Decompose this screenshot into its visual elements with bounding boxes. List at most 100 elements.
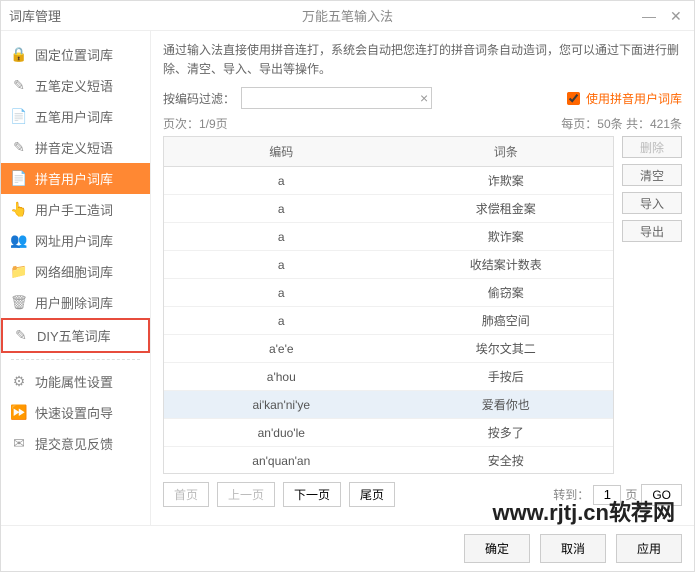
sidebar-item-label: 网址用户词库	[35, 231, 113, 250]
ok-button[interactable]: 确定	[464, 534, 530, 563]
cell-entry: 按多了	[399, 419, 613, 447]
cell-entry: 偷窃案	[399, 279, 613, 307]
apply-button[interactable]: 应用	[616, 534, 682, 563]
dictionary-table: 编码 词条 a诈欺案a求偿租金案a欺诈案a收结案计数表a偷窃案a肺癌空间a'e'…	[163, 136, 614, 474]
sidebar-item-label: 快速设置向导	[35, 403, 113, 422]
cell-code: a	[164, 223, 399, 251]
sidebar-item-label: DIY五笔词库	[37, 326, 111, 345]
table-row[interactable]: a肺癌空间	[164, 307, 613, 335]
sidebar-icon: ✎	[11, 78, 27, 94]
cell-entry: 求偿租金案	[399, 195, 613, 223]
sidebar-item-7[interactable]: 📁 网络细胞词库	[1, 256, 150, 287]
sidebar-item-6[interactable]: 👥 网址用户词库	[1, 225, 150, 256]
minimize-button[interactable]: —	[642, 8, 658, 24]
cell-entry: 手按后	[399, 363, 613, 391]
sidebar-icon: 🗑	[11, 295, 27, 311]
description-text: 通过输入法直接使用拼音连打，系统会自动把您连打的拼音词条自动造词，您可以通过下面…	[163, 41, 682, 79]
sidebar-icon: 👥	[11, 233, 27, 249]
sidebar-item-4[interactable]: 📄 拼音用户词库	[1, 163, 150, 194]
sidebar-item-0[interactable]: 🔒 固定位置词库	[1, 39, 150, 70]
table-row[interactable]: a求偿租金案	[164, 195, 613, 223]
table-row[interactable]: a诈欺案	[164, 167, 613, 195]
cell-entry: 欺诈案	[399, 223, 613, 251]
sidebar-item-label: 网络细胞词库	[35, 262, 113, 281]
table-row[interactable]: an'quan'an安全按	[164, 447, 613, 474]
cell-code: a	[164, 307, 399, 335]
window-title: 万能五笔输入法	[302, 6, 393, 25]
cell-code: a'hou	[164, 363, 399, 391]
sidebar-item-label: 拼音用户词库	[35, 169, 113, 188]
sidebar-item-label: 拼音定义短语	[35, 138, 113, 157]
cancel-button[interactable]: 取消	[540, 534, 606, 563]
sidebar-item-13[interactable]: ✉ 提交意见反馈	[1, 428, 150, 459]
use-pinyin-label: 使用拼音用户词库	[586, 90, 682, 107]
sidebar-icon: ⏩	[11, 405, 27, 421]
last-page-button[interactable]: 尾页	[349, 482, 395, 507]
filter-label: 按编码过滤：	[163, 90, 235, 107]
sidebar: 🔒 固定位置词库 ✎ 五笔定义短语 📄 五笔用户词库 ✎ 拼音定义短语 📄 拼音用户词库 👆 用户手工…	[1, 31, 151, 525]
clear-button[interactable]: 清空	[622, 164, 682, 186]
sidebar-item-label: 用户删除词库	[35, 293, 113, 312]
watermark-text: www.rjtj.cn软荐网	[492, 495, 675, 527]
import-button[interactable]: 导入	[622, 192, 682, 214]
sidebar-item-3[interactable]: ✎ 拼音定义短语	[1, 132, 150, 163]
page-info-left: 页次：1/9页	[163, 115, 228, 132]
delete-button[interactable]: 删除	[622, 136, 682, 158]
clear-filter-icon[interactable]: ×	[420, 90, 428, 106]
sidebar-item-11[interactable]: ⚙ 功能属性设置	[1, 366, 150, 397]
table-row[interactable]: ai'kan'ni'ye爱看你也	[164, 391, 613, 419]
cell-code: a'e'e	[164, 335, 399, 363]
col-entry[interactable]: 词条	[399, 137, 613, 167]
cell-entry: 埃尔文其二	[399, 335, 613, 363]
sidebar-item-label: 五笔定义短语	[35, 76, 113, 95]
sidebar-item-12[interactable]: ⏩ 快速设置向导	[1, 397, 150, 428]
first-page-button[interactable]: 首页	[163, 482, 209, 507]
sidebar-item-2[interactable]: 📄 五笔用户词库	[1, 101, 150, 132]
next-page-button[interactable]: 下一页	[283, 482, 341, 507]
prev-page-button[interactable]: 上一页	[217, 482, 275, 507]
page-info-right: 每页：50条 共：421条	[561, 115, 682, 132]
cell-entry: 爱看你也	[399, 391, 613, 419]
sidebar-item-label: 功能属性设置	[35, 372, 113, 391]
sidebar-item-label: 提交意见反馈	[35, 434, 113, 453]
table-row[interactable]: a偷窃案	[164, 279, 613, 307]
sidebar-item-5[interactable]: 👆 用户手工造词	[1, 194, 150, 225]
table-row[interactable]: a收结案计数表	[164, 251, 613, 279]
cell-entry: 安全按	[399, 447, 613, 474]
table-row[interactable]: an'duo'le按多了	[164, 419, 613, 447]
table-row[interactable]: a'hou手按后	[164, 363, 613, 391]
cell-entry: 诈欺案	[399, 167, 613, 195]
cell-code: ai'kan'ni'ye	[164, 391, 399, 419]
cell-code: a	[164, 167, 399, 195]
cell-entry: 收结案计数表	[399, 251, 613, 279]
table-row[interactable]: a欺诈案	[164, 223, 613, 251]
export-button[interactable]: 导出	[622, 220, 682, 242]
title-bar: 词库管理 万能五笔输入法 — ✕	[1, 1, 694, 31]
sidebar-item-9[interactable]: ✎ DIY五笔词库	[1, 318, 150, 353]
sidebar-icon: ✎	[11, 140, 27, 156]
sidebar-icon: 📄	[11, 109, 27, 125]
sidebar-icon: ⚙	[11, 374, 27, 390]
sidebar-item-8[interactable]: 🗑 用户删除词库	[1, 287, 150, 318]
sidebar-icon: 📁	[11, 264, 27, 280]
table-row[interactable]: a'e'e埃尔文其二	[164, 335, 613, 363]
sidebar-icon: ✉	[11, 436, 27, 452]
cell-code: a	[164, 279, 399, 307]
cell-code: an'duo'le	[164, 419, 399, 447]
sidebar-item-label: 五笔用户词库	[35, 107, 113, 126]
sidebar-icon: ✎	[13, 328, 29, 344]
cell-code: an'quan'an	[164, 447, 399, 474]
sidebar-icon: 👆	[11, 202, 27, 218]
cell-code: a	[164, 251, 399, 279]
use-pinyin-checkbox[interactable]	[567, 92, 580, 105]
col-code[interactable]: 编码	[164, 137, 399, 167]
sidebar-item-1[interactable]: ✎ 五笔定义短语	[1, 70, 150, 101]
sidebar-item-label: 固定位置词库	[35, 45, 113, 64]
cell-code: a	[164, 195, 399, 223]
filter-input[interactable]	[241, 87, 432, 109]
sidebar-icon: 📄	[11, 171, 27, 187]
close-button[interactable]: ✕	[670, 8, 686, 24]
sidebar-item-label: 用户手工造词	[35, 200, 113, 219]
cell-entry: 肺癌空间	[399, 307, 613, 335]
sidebar-icon: 🔒	[11, 47, 27, 63]
